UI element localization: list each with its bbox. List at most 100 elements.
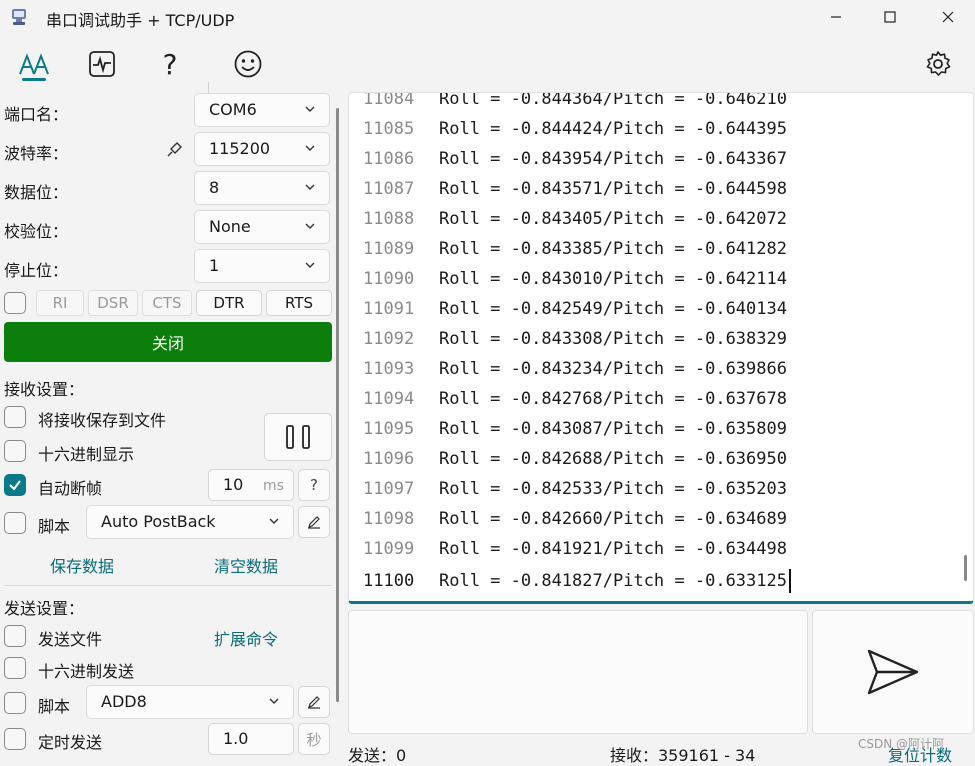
auto-frame-label: 自动断帧	[38, 479, 103, 498]
watermark: CSDN @阿计阿	[858, 737, 945, 751]
save-to-file-checkbox[interactable]	[4, 406, 26, 428]
line-number: 11100	[363, 571, 415, 591]
settings-scrollbar[interactable]	[336, 108, 339, 702]
stop-bits-value: 1	[209, 256, 220, 275]
chevron-down-icon	[305, 145, 315, 151]
font-size-icon	[19, 53, 49, 75]
line-text: Roll = -0.843010/Pitch = -0.642114	[439, 269, 787, 289]
close-window-button[interactable]	[926, 4, 970, 30]
port-select[interactable]: COM6	[194, 93, 330, 127]
send-file-checkbox[interactable]	[4, 625, 26, 647]
minimize-button[interactable]	[814, 4, 858, 30]
frame-timeout-value: 10	[223, 475, 244, 494]
flow-control-checkbox[interactable]	[4, 292, 26, 314]
receive-line: 11096 Roll = -0.842688/Pitch = -0.636950	[363, 449, 787, 479]
smiley-icon	[234, 50, 262, 78]
send-script-select[interactable]: ADD8	[86, 685, 294, 719]
cts-button[interactable]: CTS	[142, 290, 192, 316]
timed-send-checkbox[interactable]	[4, 728, 26, 750]
receive-line: 11094 Roll = -0.842768/Pitch = -0.637678	[363, 389, 787, 419]
line-text: Roll = -0.841827/Pitch = -0.633125	[439, 571, 787, 591]
settings-icon	[926, 51, 951, 76]
chevron-down-icon	[305, 262, 315, 268]
line-number: 11091	[363, 299, 415, 319]
edit-baud-icon[interactable]	[164, 138, 186, 160]
line-number: 11087	[363, 179, 415, 199]
line-number: 11095	[363, 419, 415, 439]
about-button[interactable]	[228, 44, 268, 84]
line-text: Roll = -0.841921/Pitch = -0.634498	[439, 539, 787, 559]
pen-icon	[308, 516, 320, 529]
baud-value: 115200	[209, 139, 271, 158]
line-text: Roll = -0.843308/Pitch = -0.638329	[439, 329, 787, 349]
waveform-button[interactable]	[82, 44, 122, 84]
data-bits-select[interactable]: 8	[194, 171, 330, 205]
clear-data-link[interactable]: 清空数据	[214, 553, 278, 577]
settings-panel: 端口名： COM6 波特率： 115200 数据位： 8 校验位： None 停…	[0, 90, 340, 759]
port-label: 端口名：	[4, 105, 69, 124]
ri-button[interactable]: RI	[36, 290, 84, 316]
dsr-button[interactable]: DSR	[88, 290, 138, 316]
send-icon	[867, 649, 919, 695]
timed-unit-label: 秒	[298, 723, 330, 755]
line-number: 11092	[363, 329, 415, 349]
receive-line: 11099 Roll = -0.841921/Pitch = -0.634498	[363, 539, 787, 569]
line-number: 11089	[363, 239, 415, 259]
frame-help-button[interactable]: ?	[298, 469, 330, 501]
hex-display-label: 十六进制显示	[38, 445, 135, 464]
line-text: Roll = -0.843405/Pitch = -0.642072	[439, 209, 787, 229]
auto-frame-checkbox[interactable]	[4, 474, 26, 496]
pause-button[interactable]	[264, 413, 332, 461]
edit-receive-script-button[interactable]	[298, 506, 330, 538]
toolbar: ?	[0, 34, 975, 108]
save-data-link[interactable]: 保存数据	[50, 553, 114, 577]
dtr-button[interactable]: DTR	[196, 290, 262, 316]
rts-button[interactable]: RTS	[266, 290, 332, 316]
line-number: 11099	[363, 539, 415, 559]
send-button[interactable]	[812, 610, 974, 734]
hex-display-checkbox[interactable]	[4, 440, 26, 462]
parity-select[interactable]: None	[194, 210, 330, 244]
close-icon	[942, 11, 954, 23]
line-text: Roll = -0.844364/Pitch = -0.646210	[439, 92, 787, 109]
edit-send-script-button[interactable]	[298, 686, 330, 718]
stop-bits-select[interactable]: 1	[194, 249, 330, 283]
line-text: Roll = -0.844424/Pitch = -0.644395	[439, 119, 787, 139]
receive-line: 11088 Roll = -0.843405/Pitch = -0.642072	[363, 209, 787, 239]
receive-line: 11091 Roll = -0.842549/Pitch = -0.640134	[363, 299, 787, 329]
receive-line: 11092 Roll = -0.843308/Pitch = -0.638329	[363, 329, 787, 359]
receive-line: 11084 Roll = -0.844364/Pitch = -0.646210	[363, 92, 787, 119]
hex-send-checkbox[interactable]	[4, 657, 26, 679]
send-input[interactable]	[348, 610, 808, 734]
send-file-label: 发送文件	[38, 630, 103, 649]
line-text: Roll = -0.843234/Pitch = -0.639866	[439, 359, 787, 379]
help-button[interactable]: ?	[150, 44, 190, 84]
parity-value: None	[209, 217, 251, 236]
receive-line: 11098 Roll = -0.842660/Pitch = -0.634689	[363, 509, 787, 539]
line-number: 11084	[363, 92, 415, 109]
maximize-button[interactable]	[868, 4, 912, 30]
hex-send-label: 十六进制发送	[38, 662, 135, 681]
line-text: Roll = -0.842549/Pitch = -0.640134	[439, 299, 787, 319]
line-number: 11097	[363, 479, 415, 499]
send-settings-title: 发送设置：	[4, 599, 85, 618]
receive-scrollbar[interactable]	[964, 555, 967, 581]
parity-label: 校验位：	[4, 222, 69, 241]
data-bits-value: 8	[209, 178, 220, 197]
receive-area[interactable]: 11084 Roll = -0.844364/Pitch = -0.646210 1…	[348, 92, 974, 604]
frame-timeout-input[interactable]: 10 ms	[208, 469, 294, 501]
frame-timeout-unit: ms	[263, 478, 284, 494]
receive-script-select[interactable]: Auto PostBack	[86, 505, 294, 539]
extend-command-link[interactable]: 扩展命令	[214, 626, 278, 650]
timed-send-label: 定时发送	[38, 733, 103, 752]
receive-line: 11095 Roll = -0.843087/Pitch = -0.635809	[363, 419, 787, 449]
line-number: 11086	[363, 149, 415, 169]
line-number: 11096	[363, 449, 415, 469]
timed-interval-input[interactable]: 1.0	[208, 723, 294, 755]
receive-script-checkbox[interactable]	[4, 512, 26, 534]
baud-select[interactable]: 115200	[194, 132, 330, 166]
send-script-checkbox[interactable]	[4, 692, 26, 714]
close-port-button[interactable]: 关闭	[4, 322, 332, 362]
title-bar: 串口调试助手 + TCP/UDP	[0, 0, 975, 34]
settings-button[interactable]	[918, 44, 958, 84]
